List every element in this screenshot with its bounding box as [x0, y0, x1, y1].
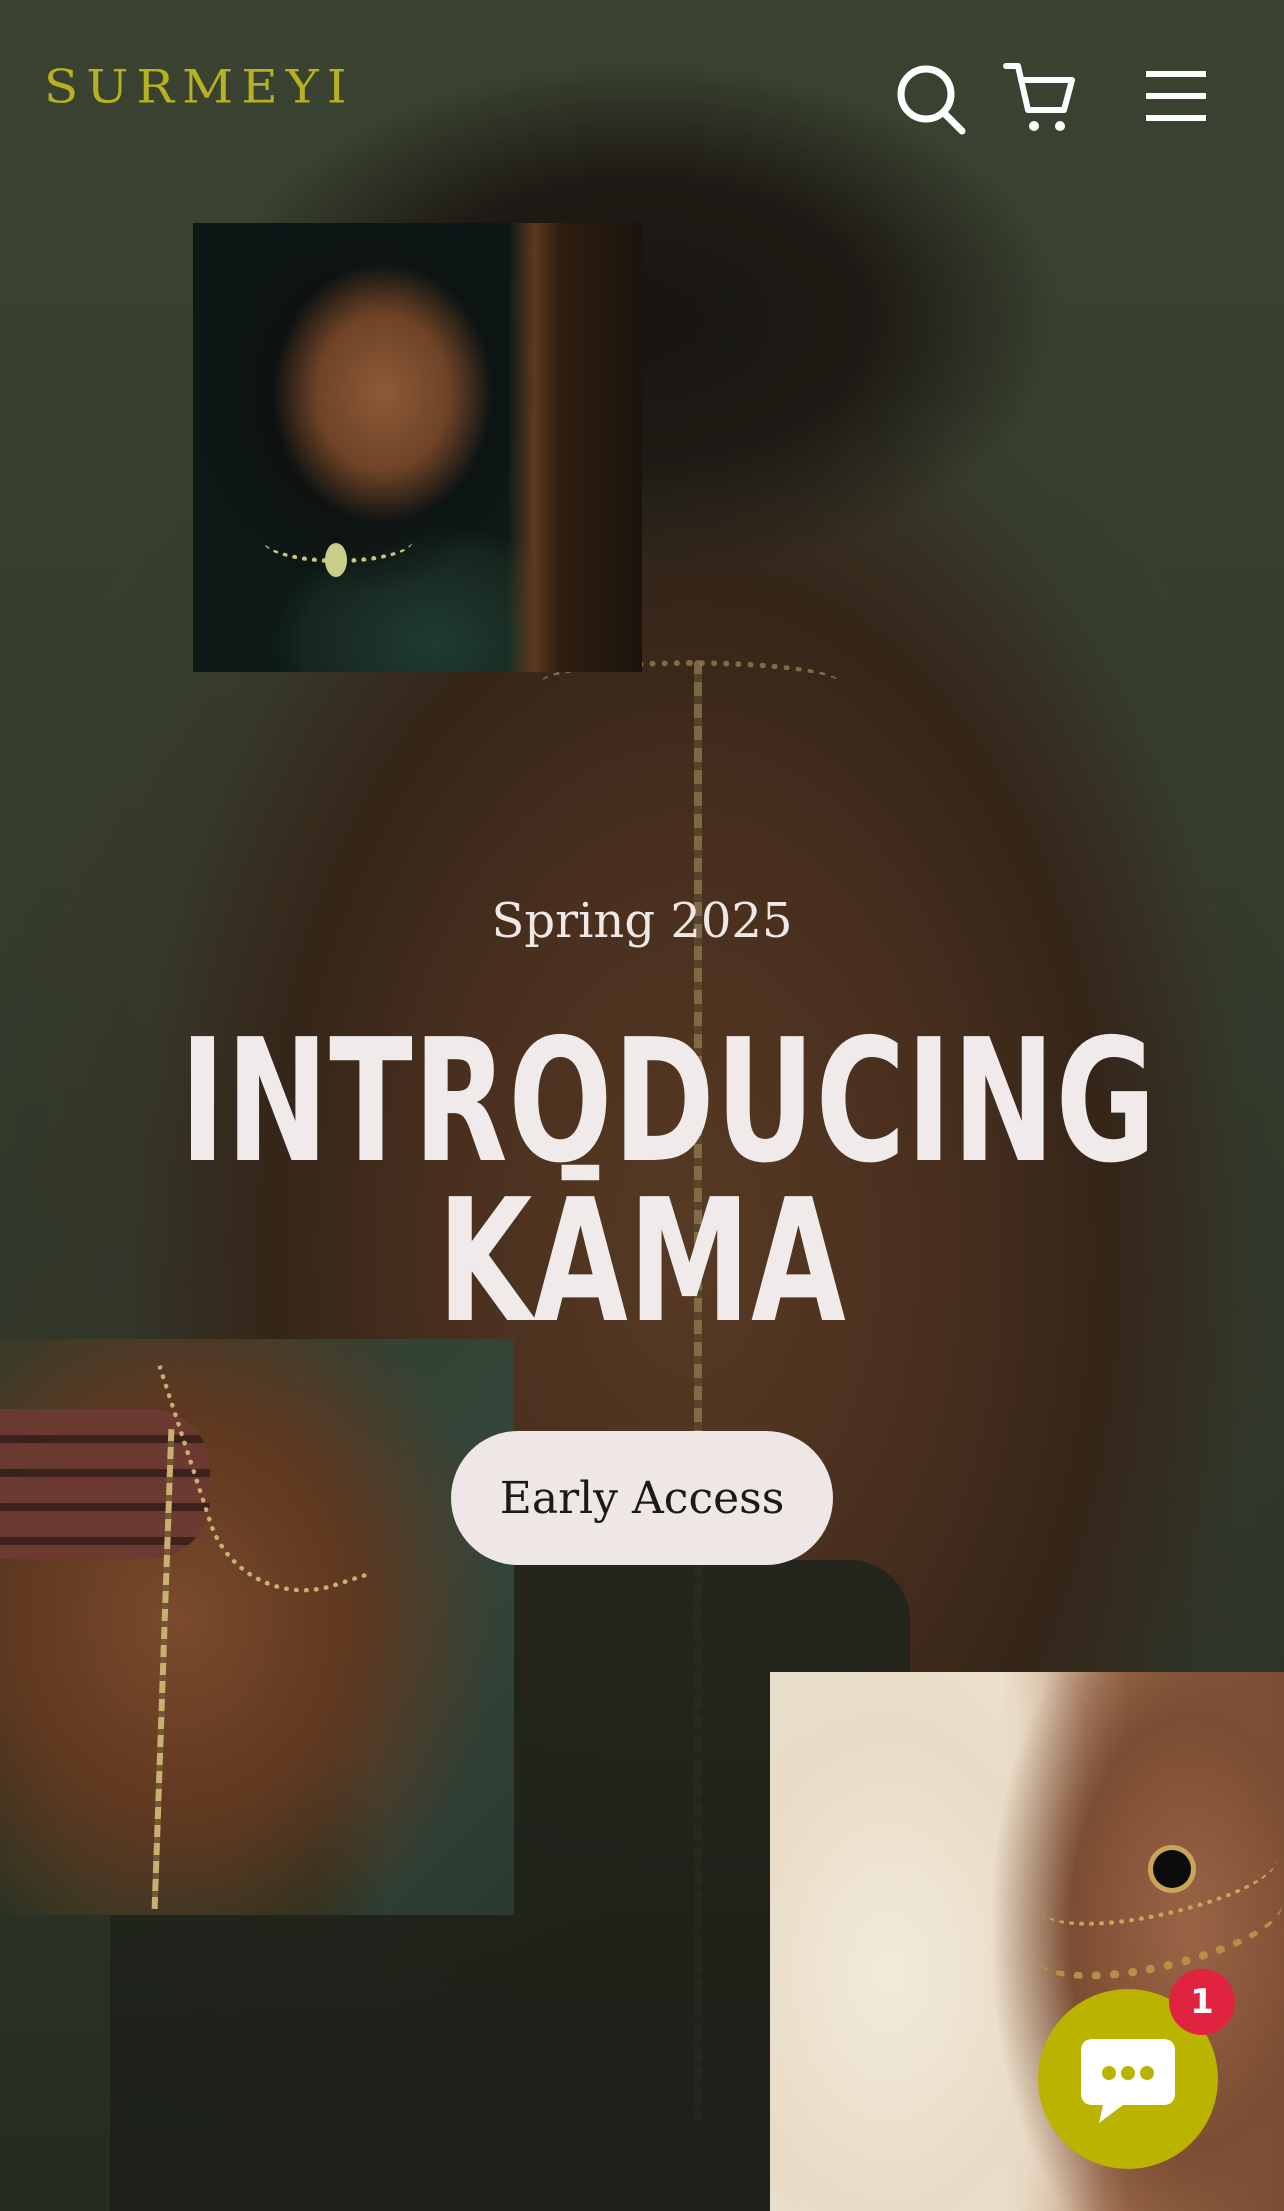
cart-icon — [1003, 63, 1075, 131]
early-access-button[interactable]: Early Access — [451, 1431, 833, 1565]
waist-chain-photo — [0, 1339, 514, 1915]
menu-icon — [1146, 71, 1206, 121]
anklet-photo — [770, 1672, 1284, 2211]
search-icon — [897, 65, 966, 135]
hero-headline: INTRODUCING KĀMA — [179, 1003, 1157, 1361]
chat-icon — [1081, 2039, 1175, 2123]
menu-button[interactable] — [1138, 60, 1214, 136]
headline-line-2: KĀMA — [437, 1163, 847, 1361]
brand-logo[interactable]: SURMEYI — [44, 60, 355, 113]
choker-pendant-detail — [325, 543, 347, 577]
site-header: SURMEYI — [0, 0, 1284, 200]
search-button[interactable] — [894, 60, 970, 136]
headline-line-1: INTRODUCING — [179, 1003, 1157, 1201]
anklet-stone-detail — [1153, 1850, 1191, 1888]
cart-button[interactable] — [1002, 60, 1078, 136]
season-eyebrow: Spring 2025 — [491, 893, 793, 949]
chat-unread-badge: 1 — [1169, 1969, 1235, 2035]
portrait-photo — [193, 223, 642, 672]
